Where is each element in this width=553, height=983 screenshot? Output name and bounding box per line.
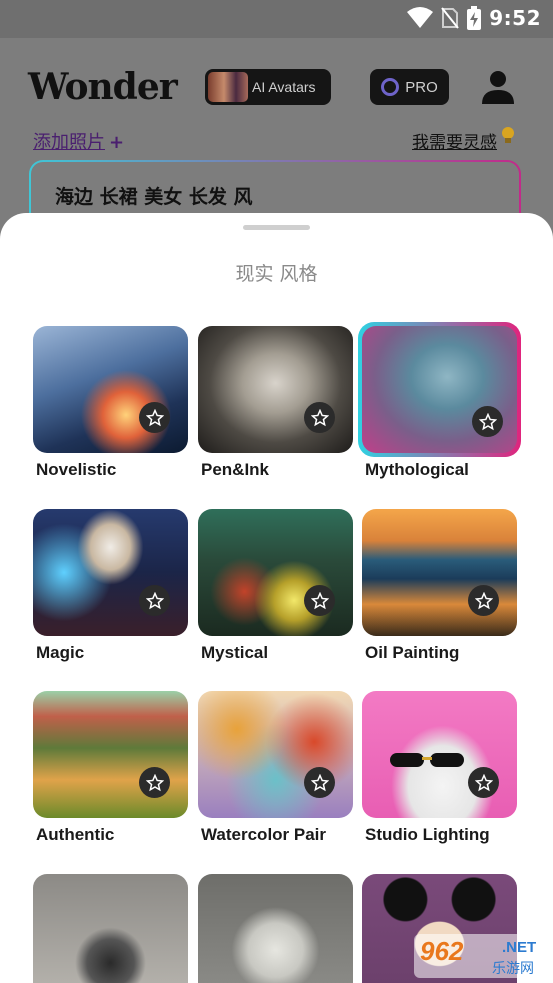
- lightbulb-icon: [502, 127, 514, 143]
- style-thumbnail: [33, 874, 188, 983]
- style-card-novelistic[interactable]: Novelistic: [33, 326, 188, 479]
- ai-avatars-button[interactable]: AI Avatars: [205, 69, 331, 105]
- no-sim-icon: [441, 7, 460, 29]
- status-icons: 9:52: [407, 6, 541, 30]
- style-label: Pen&Ink: [201, 460, 270, 479]
- favorite-star-button[interactable]: [139, 585, 170, 616]
- watermark: 962 .NET 乐游网: [414, 934, 548, 978]
- star-icon: [474, 773, 493, 791]
- person-icon[interactable]: [479, 68, 517, 106]
- favorite-star-button[interactable]: [304, 402, 335, 433]
- sunglasses-cat-graphic: [390, 753, 464, 767]
- style-card-pen-ink[interactable]: Pen&Ink: [198, 326, 353, 479]
- star-icon: [145, 408, 164, 426]
- star-icon: [145, 591, 164, 609]
- pro-button[interactable]: PRO: [370, 69, 449, 105]
- watermark-net: .NET: [502, 939, 537, 956]
- style-thumbnail: [198, 326, 353, 453]
- style-label: Novelistic: [36, 460, 117, 479]
- style-thumbnail: [198, 509, 353, 636]
- battery-charging-icon: [467, 6, 482, 30]
- inspiration-link[interactable]: 我需要灵感: [412, 128, 515, 153]
- style-label: Mythological: [365, 460, 469, 479]
- favorite-star-button[interactable]: [139, 767, 170, 798]
- style-thumbnail: [198, 874, 353, 983]
- style-card-mystical[interactable]: Mystical: [198, 509, 353, 662]
- style-card-magic[interactable]: Magic: [33, 509, 188, 662]
- add-photo-link[interactable]: 添加照片 +: [33, 128, 124, 154]
- ai-avatars-thumbnail: [208, 72, 248, 102]
- sheet-title: 现实 风格: [235, 263, 318, 285]
- app-logo: Wonder: [28, 66, 178, 108]
- pro-ring-icon: [381, 78, 400, 96]
- star-icon: [310, 408, 329, 426]
- inspiration-label: 我需要灵感: [412, 133, 497, 153]
- style-card[interactable]: [33, 874, 188, 983]
- star-icon: [310, 773, 329, 791]
- watermark-sub: 乐游网: [492, 961, 534, 977]
- app-header: Wonder AI Avatars PRO 添加照片 + 我需要灵感 海边 长裙 …: [0, 38, 553, 238]
- style-card-studio-lighting[interactable]: Studio Lighting: [362, 691, 517, 844]
- selected-frame: [358, 322, 521, 457]
- style-thumbnail: [33, 326, 188, 453]
- style-card-watercolor[interactable]: Watercolor Pair: [198, 691, 353, 844]
- style-card-oil-painting[interactable]: Oil Painting: [362, 509, 517, 662]
- status-time: 9:52: [489, 6, 541, 30]
- style-label: Magic: [36, 643, 85, 662]
- style-thumbnail: [362, 509, 517, 636]
- favorite-star-button[interactable]: [304, 767, 335, 798]
- style-sheet: 现实 风格 Novelistic Pen&Ink Mythological Ma…: [0, 213, 553, 983]
- favorite-star-button[interactable]: [304, 585, 335, 616]
- add-photo-label: 添加照片: [33, 132, 105, 153]
- style-label: Studio Lighting: [365, 825, 490, 844]
- style-thumbnail: [362, 326, 517, 453]
- style-label: Mystical: [201, 643, 269, 662]
- style-card-authentic[interactable]: Authentic: [33, 691, 188, 844]
- style-thumbnail: [362, 691, 517, 818]
- star-icon: [474, 591, 493, 609]
- style-thumbnail: [33, 509, 188, 636]
- favorite-star-button[interactable]: [468, 585, 499, 616]
- style-label: Authentic: [36, 825, 115, 844]
- watermark-brand: 962: [420, 936, 464, 966]
- status-bar: 9:52: [0, 0, 553, 38]
- wifi-icon: [407, 7, 434, 28]
- star-icon: [478, 412, 497, 430]
- ai-avatars-label: AI Avatars: [252, 79, 316, 95]
- style-card[interactable]: [198, 874, 353, 983]
- favorite-star-button[interactable]: [472, 406, 503, 437]
- style-label: Watercolor Pair: [201, 825, 327, 844]
- sheet-drag-handle[interactable]: [243, 225, 310, 230]
- star-icon: [310, 591, 329, 609]
- style-label: Oil Painting: [365, 643, 460, 662]
- favorite-star-button[interactable]: [139, 402, 170, 433]
- style-thumbnail: [198, 691, 353, 818]
- add-photo-plus: +: [109, 132, 125, 153]
- pro-label: PRO: [405, 78, 438, 96]
- style-thumbnail: [33, 691, 188, 818]
- favorite-star-button[interactable]: [468, 767, 499, 798]
- prompt-text: 海边 长裙 美女 长发 风: [55, 186, 253, 208]
- star-icon: [145, 773, 164, 791]
